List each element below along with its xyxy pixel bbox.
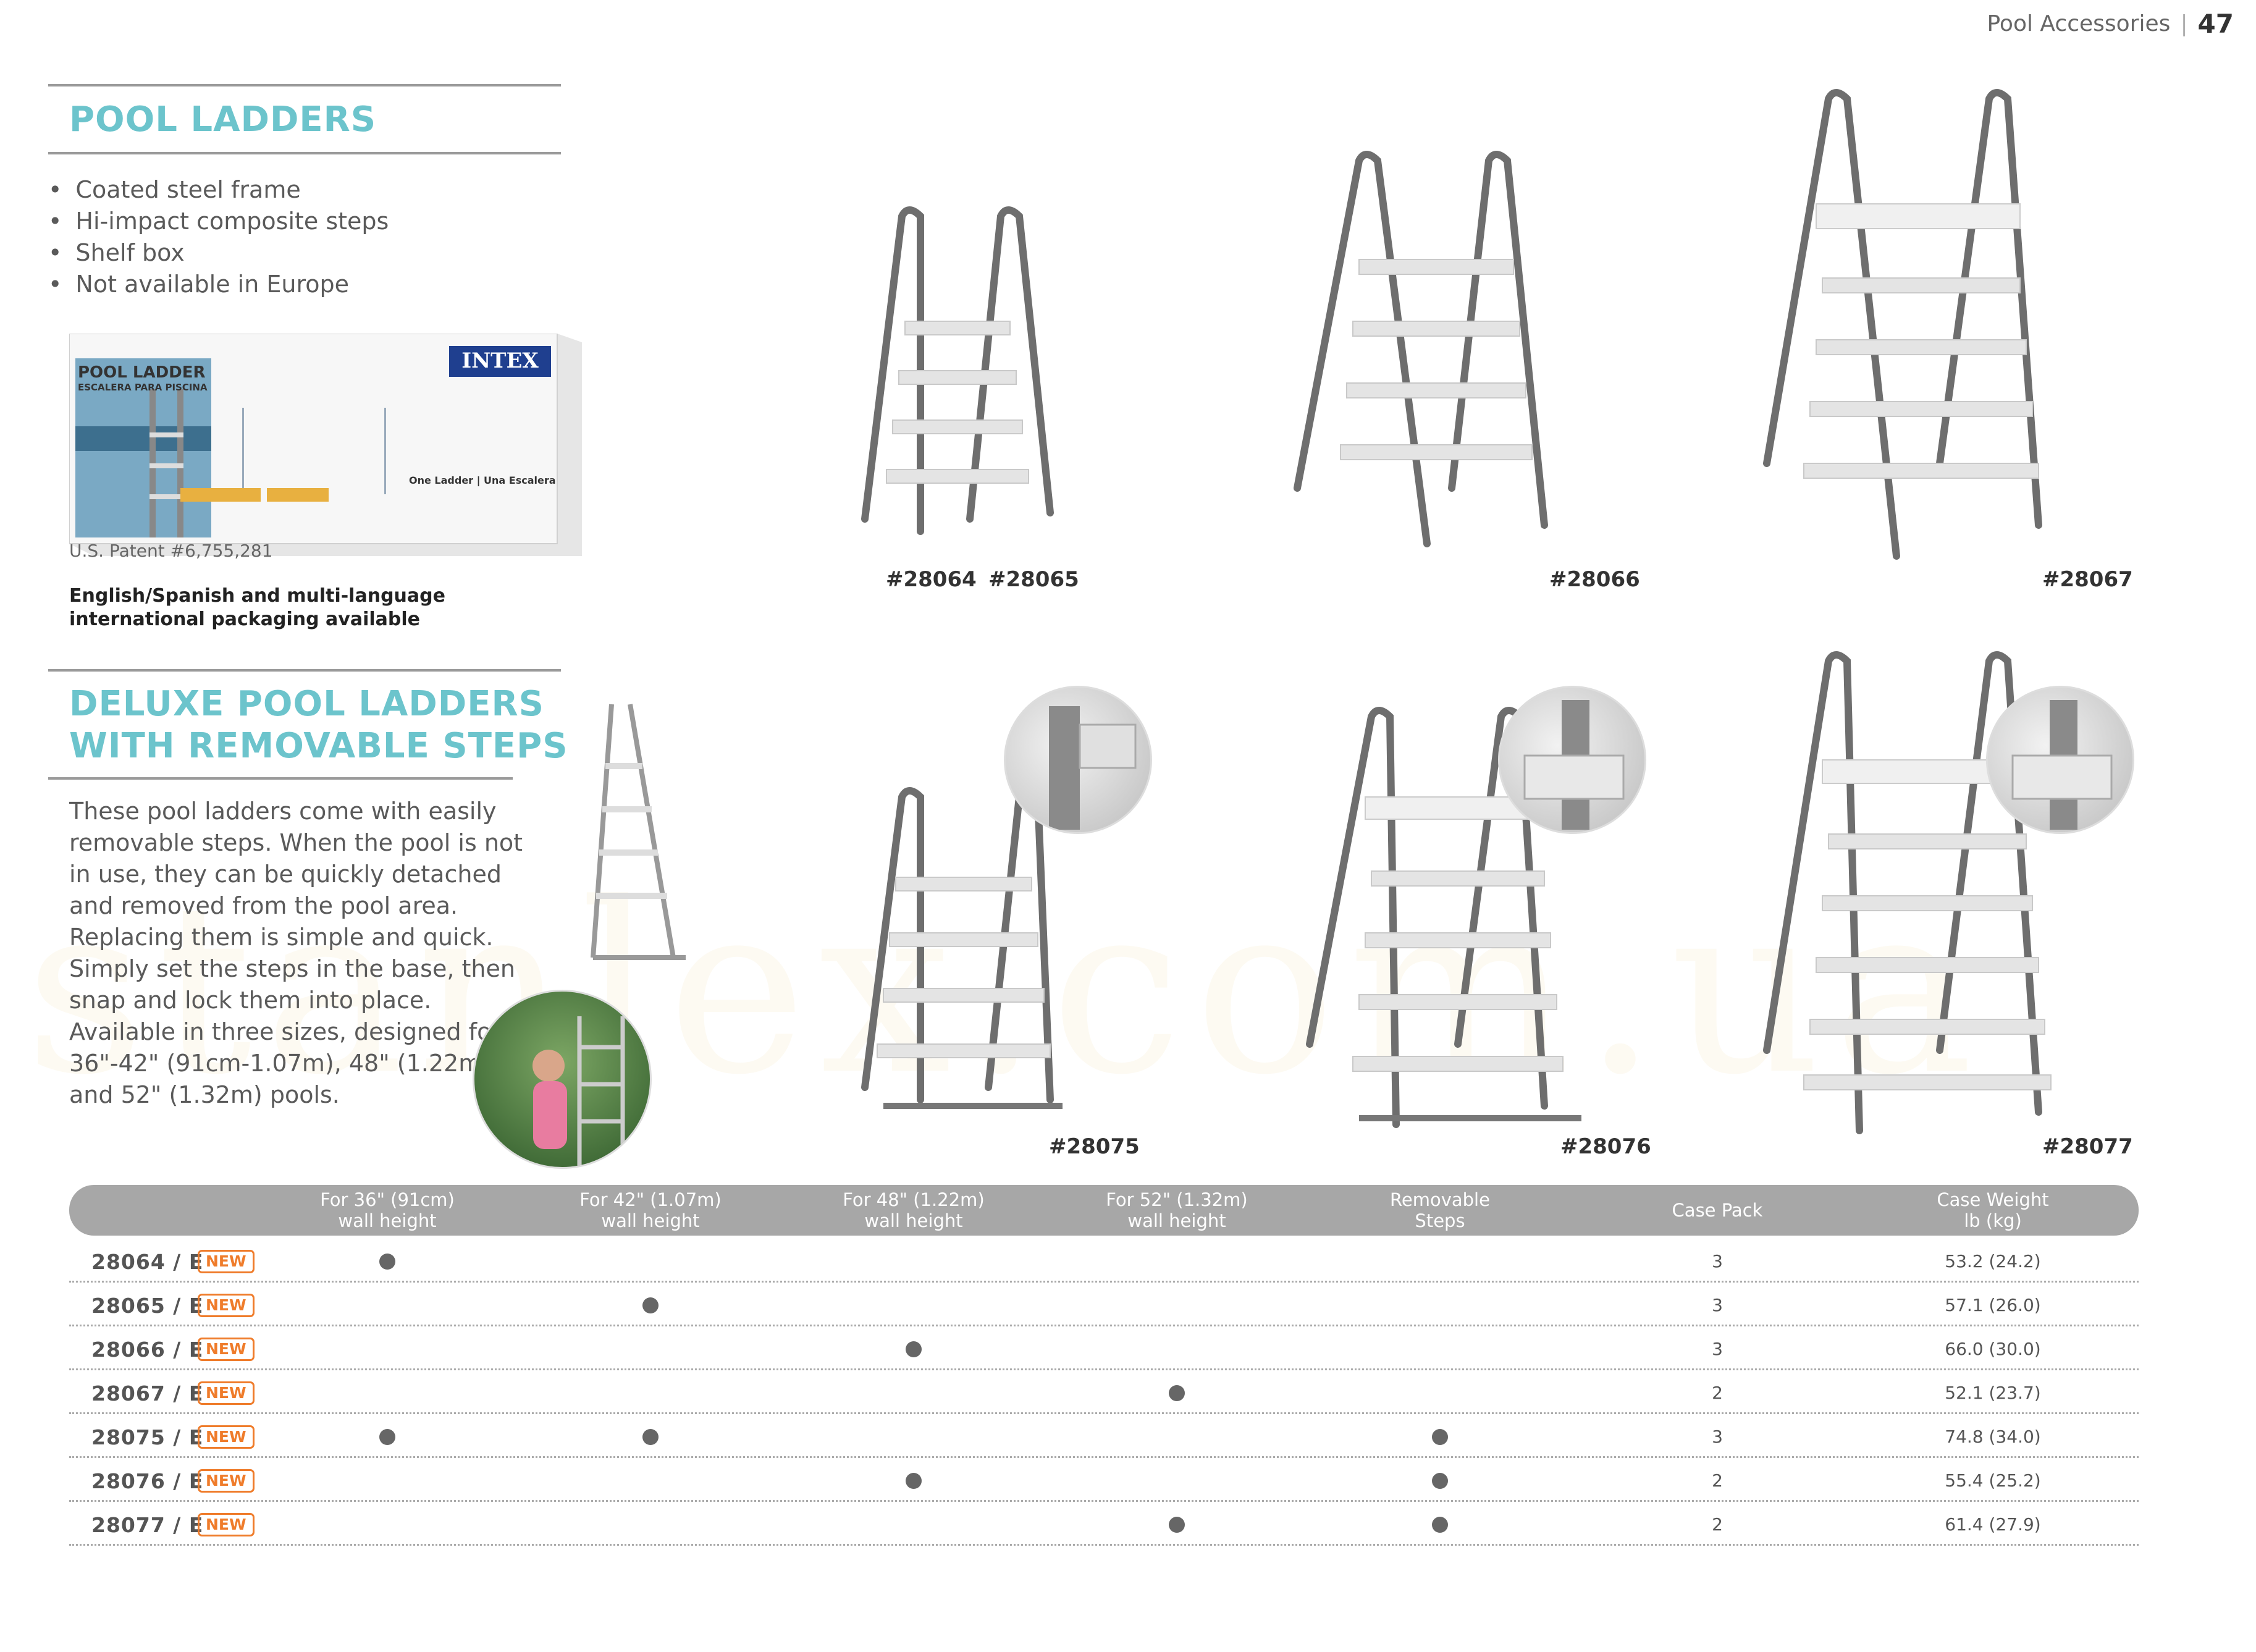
ladder-side-image — [591, 704, 686, 960]
section-rule-bottom — [48, 152, 561, 154]
ladder-28067-image — [1763, 89, 2042, 560]
check-dot-icon — [906, 1341, 922, 1357]
case-weight-value: 53.2 (24.2) — [1945, 1251, 2041, 1271]
header-col-48: For 48" (1.22m) wall height — [843, 1189, 985, 1231]
table-row: 28065 / E NEW 3 57.1 (26.0) — [69, 1283, 2139, 1326]
deluxe-title-line-1: DELUXE POOL LADDERS — [69, 684, 544, 724]
check-dot-icon — [1432, 1473, 1448, 1489]
new-badge: NEW — [198, 1425, 255, 1449]
table-row: 28077 / E NEW 2 61.4 (27.9) — [69, 1502, 2139, 1546]
new-badge: NEW — [198, 1250, 255, 1273]
detail-thumb-28075 — [1004, 686, 1152, 834]
product-code: 28064 / E — [91, 1250, 204, 1274]
product-label-28077: #28077 — [2042, 1134, 2133, 1159]
case-pack-value: 3 — [1712, 1427, 1723, 1447]
case-pack-value: 2 — [1712, 1383, 1723, 1403]
detail-thumb-28077 — [1986, 686, 2134, 834]
product-code: 28067 / E — [91, 1381, 204, 1405]
new-badge: NEW — [198, 1381, 255, 1405]
ladder-28075-image — [861, 787, 1063, 1109]
deluxe-title-line-2: WITH REMOVABLE STEPS — [69, 726, 568, 766]
product-label-28067: #28067 — [2042, 567, 2133, 592]
case-weight-value: 57.1 (26.0) — [1945, 1295, 2041, 1315]
case-pack-value: 2 — [1712, 1514, 1723, 1535]
case-pack-value: 3 — [1712, 1339, 1723, 1359]
table-row: 28064 / E NEW 3 53.2 (24.2) — [69, 1239, 2139, 1283]
detail-thumb-28076 — [1498, 686, 1646, 834]
table-row: 28075 / E NEW 3 74.8 (34.0) — [69, 1414, 2139, 1458]
check-dot-icon — [1169, 1517, 1185, 1533]
header-col-case-weight: Case Weight lb (kg) — [1937, 1189, 2049, 1231]
case-weight-value: 66.0 (30.0) — [1945, 1339, 2041, 1359]
spec-table-header: For 36" (91cm) wall height For 42" (1.07m… — [69, 1185, 2139, 1236]
new-badge: NEW — [198, 1294, 255, 1317]
product-code: 28075 / E — [91, 1425, 204, 1449]
deluxe-description: These pool ladders come with easily remo… — [69, 798, 523, 1108]
packaging-note-line-2: international packaging available — [69, 609, 420, 630]
table-row: 28076 / E NEW 2 55.4 (25.2) — [69, 1458, 2139, 1502]
product-label-28065: #28065 — [988, 567, 1079, 592]
deluxe-rule-top — [48, 669, 561, 672]
box-title: POOL LADDER — [78, 363, 206, 382]
product-label-28075: #28075 — [1049, 1134, 1140, 1159]
brand-logo: INTEX — [461, 348, 539, 373]
new-badge: NEW — [198, 1513, 255, 1536]
table-row: 28067 / E NEW 2 52.1 (23.7) — [69, 1370, 2139, 1414]
ladder-28064-image — [861, 206, 1054, 535]
case-pack-value: 3 — [1712, 1251, 1723, 1271]
check-dot-icon — [379, 1429, 395, 1445]
header-col-case-pack: Case Pack — [1672, 1200, 1763, 1221]
person-photo — [473, 990, 652, 1169]
box-label: One Ladder | Una Escalera — [409, 474, 556, 486]
header-col-52: For 52" (1.32m) wall height — [1106, 1189, 1248, 1231]
check-dot-icon — [1169, 1385, 1185, 1401]
product-code: 28077 / E — [91, 1513, 204, 1537]
product-box-image: POOL LADDER ESCALERA PARA PISCINA INTEX … — [69, 333, 582, 556]
case-pack-value: 3 — [1712, 1295, 1723, 1315]
case-weight-value: 55.4 (25.2) — [1945, 1470, 2041, 1491]
check-dot-icon — [642, 1429, 659, 1445]
section-rule-top — [48, 84, 561, 86]
packaging-note-line-1: English/Spanish and multi-language — [69, 585, 445, 607]
section-name: Pool Accessories — [1987, 11, 2171, 36]
header-col-42: For 42" (1.07m) wall height — [579, 1189, 722, 1231]
page-header: Pool Accessories | 47 — [1987, 9, 2234, 39]
product-code: 28066 / E — [91, 1338, 204, 1362]
product-label-28064: #28064 — [886, 567, 977, 592]
patent-note: U.S. Patent #6,755,281 — [69, 541, 273, 561]
product-label-28076: #28076 — [1560, 1134, 1651, 1159]
product-label-28066: #28066 — [1549, 567, 1640, 592]
page-number: 47 — [2197, 9, 2234, 39]
check-dot-icon — [379, 1254, 395, 1270]
case-weight-value: 52.1 (23.7) — [1945, 1383, 2041, 1403]
check-dot-icon — [642, 1297, 659, 1313]
product-code: 28076 / E — [91, 1469, 204, 1493]
new-badge: NEW — [198, 1338, 255, 1361]
table-row: 28066 / E NEW 3 66.0 (30.0) — [69, 1326, 2139, 1370]
product-code: 28065 / E — [91, 1294, 204, 1318]
feature-item: Coated steel frame — [48, 174, 389, 206]
case-pack-value: 2 — [1712, 1470, 1723, 1491]
header-col-removable: Removable Steps — [1390, 1189, 1490, 1231]
case-weight-value: 74.8 (34.0) — [1945, 1427, 2041, 1447]
deluxe-rule-bottom — [48, 777, 513, 780]
check-dot-icon — [1432, 1517, 1448, 1533]
ladder-28066-image — [1294, 151, 1548, 547]
check-dot-icon — [1432, 1429, 1448, 1445]
header-separator: | — [2180, 11, 2188, 36]
check-dot-icon — [906, 1473, 922, 1489]
feature-item: Not available in Europe — [48, 269, 389, 300]
box-subtitle: ESCALERA PARA PISCINA — [78, 382, 208, 393]
feature-item: Shelf box — [48, 237, 389, 269]
new-badge: NEW — [198, 1469, 255, 1493]
case-weight-value: 61.4 (27.9) — [1945, 1514, 2041, 1535]
feature-list: Coated steel frame Hi-impact composite s… — [48, 174, 389, 300]
pool-ladders-title: POOL LADDERS — [69, 99, 377, 140]
header-col-36: For 36" (91cm) wall height — [320, 1189, 455, 1231]
feature-item: Hi-impact composite steps — [48, 206, 389, 237]
